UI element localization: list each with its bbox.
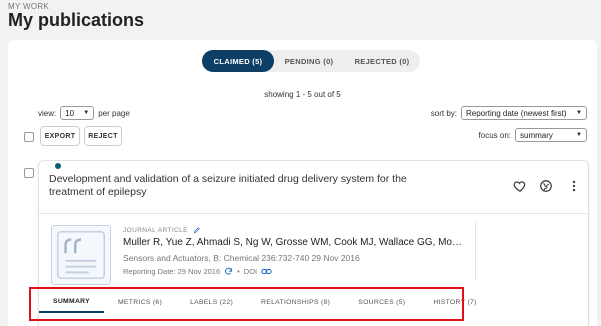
status-dot xyxy=(55,163,61,169)
results-count: showing 1 - 5 out of 5 xyxy=(264,90,341,99)
refresh-icon[interactable] xyxy=(224,267,233,276)
focus-control: focus on: summary ▼ xyxy=(479,128,587,142)
sort-select[interactable]: Reporting date (newest first) ▼ xyxy=(461,106,587,120)
tab-pending[interactable]: PENDING (0) xyxy=(274,50,344,72)
article-thumbnail xyxy=(51,225,111,285)
globe-icon[interactable] xyxy=(539,179,553,193)
publication-checkbox[interactable] xyxy=(24,168,34,178)
view-label: view: xyxy=(38,108,57,118)
link-icon[interactable] xyxy=(261,267,272,276)
chevron-down-icon: ▼ xyxy=(576,110,582,116)
select-all-checkbox[interactable] xyxy=(24,132,34,142)
per-page-suffix: per page xyxy=(98,108,130,118)
sort-control: sort by: Reporting date (newest first) ▼ xyxy=(431,106,587,120)
separator-dot: • xyxy=(237,267,240,276)
reject-button[interactable]: REJECT xyxy=(84,126,122,146)
tab-rejected[interactable]: REJECTED (0) xyxy=(344,50,420,72)
reporting-date: Reporting Date: 29 Nov 2016 xyxy=(123,267,221,276)
tab-claimed[interactable]: CLAIMED (5) xyxy=(202,50,274,72)
chevron-down-icon: ▼ xyxy=(576,132,582,138)
page-title: My publications xyxy=(8,10,145,30)
column-divider xyxy=(475,221,476,281)
per-page-select[interactable]: 10 ▼ xyxy=(60,106,95,120)
more-options-icon[interactable] xyxy=(567,179,581,193)
per-page-control: view: 10 ▼ per page xyxy=(38,106,130,120)
chevron-down-icon: ▼ xyxy=(83,110,90,116)
highlight-box xyxy=(29,287,464,321)
doi-label: DOI xyxy=(243,267,258,276)
per-page-value: 10 xyxy=(65,108,75,118)
sort-label: sort by: xyxy=(430,108,457,118)
edit-icon[interactable] xyxy=(193,226,201,234)
publication-title[interactable]: Development and validation of a seizure … xyxy=(49,173,419,199)
focus-select[interactable]: summary ▼ xyxy=(515,128,587,142)
heart-icon[interactable] xyxy=(513,179,527,193)
publications-panel: CLAIMED (5) PENDING (0) REJECTED (0) sho… xyxy=(8,40,597,326)
publication-authors: Muller R, Yue Z, Ahmadi S, Ng W, Grosse … xyxy=(123,237,465,248)
reporting-row: Reporting Date: 29 Nov 2016 • DOI xyxy=(123,267,272,276)
publication-type: JOURNAL ARTICLE xyxy=(123,227,188,234)
publication-citation: Sensors and Actuators, B: Chemical 236:7… xyxy=(123,253,360,263)
divider xyxy=(39,213,588,214)
sort-value: Reporting date (newest first) xyxy=(466,108,567,118)
export-button[interactable]: EXPORT xyxy=(40,126,80,146)
focus-label: focus on: xyxy=(478,130,511,140)
status-tabs: CLAIMED (5) PENDING (0) REJECTED (0) xyxy=(202,50,420,72)
focus-value: summary xyxy=(520,130,553,140)
